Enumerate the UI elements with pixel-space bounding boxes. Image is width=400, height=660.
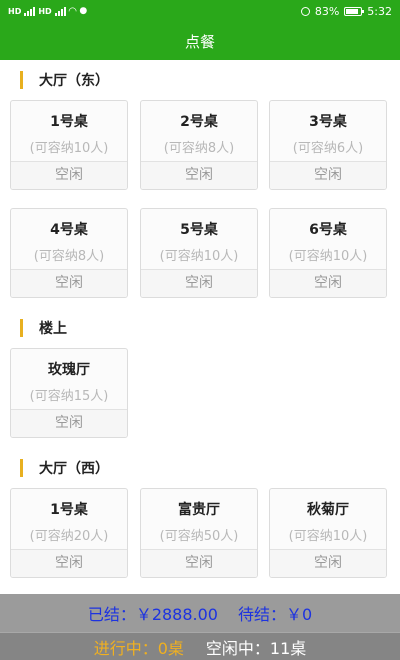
table-count-summary: 进行中：0桌 空闲中：11桌 (0, 632, 400, 660)
wifi-icon: ◠ (68, 5, 77, 17)
pending-amount: 待结：￥0 (237, 605, 313, 624)
settled-amount: 已结：￥2888.00 (87, 605, 218, 624)
table-status: 空闲 (141, 549, 257, 577)
table-capacity: (可容纳20人) (29, 529, 109, 544)
settlement-summary: 已结：￥2888.00 待结：￥0 (0, 594, 400, 632)
table-status: 空闲 (11, 549, 127, 577)
section-header: 大厅（东） (0, 63, 400, 97)
table-capacity: (可容纳8人) (163, 141, 235, 156)
idle-count: 空闲中：11桌 (205, 638, 307, 658)
table-card[interactable]: 秋菊厅 (可容纳10人) 空闲 (269, 488, 387, 578)
page-title: 点餐 (184, 32, 215, 51)
table-status: 空闲 (270, 269, 386, 297)
table-list[interactable]: 大厅（东） 1号桌 (可容纳10人) 空闲 2号桌 (可容纳8人) 空闲 3号桌… (0, 60, 400, 594)
table-name: 1号桌 (50, 114, 88, 130)
section-accent-bar (20, 459, 23, 477)
table-name: 富贵厅 (178, 502, 220, 518)
table-status: 空闲 (141, 161, 257, 189)
table-card[interactable]: 1号桌 (可容纳10人) 空闲 (10, 100, 128, 190)
table-capacity: (可容纳10人) (288, 529, 368, 544)
battery-percent: 83% (314, 4, 340, 18)
table-capacity: (可容纳10人) (29, 141, 109, 156)
section-header: 大厅（西） (0, 451, 400, 485)
battery-icon (344, 6, 365, 16)
table-status: 空闲 (11, 269, 127, 297)
table-capacity: (可容纳10人) (288, 249, 368, 264)
table-name: 3号桌 (309, 114, 347, 130)
section-title: 楼上 (39, 321, 67, 337)
table-name: 6号桌 (309, 222, 347, 238)
status-bar: HD HD ◠ ● 83% 5:32 (0, 0, 400, 22)
network-type-b: HD (38, 6, 52, 16)
status-bar-right: 83% 5:32 (300, 4, 392, 18)
table-card[interactable]: 4号桌 (可容纳8人) 空闲 (10, 208, 128, 298)
table-status: 空闲 (270, 549, 386, 577)
section-title: 大厅（东） (39, 73, 109, 89)
table-capacity: (可容纳6人) (292, 141, 364, 156)
table-card[interactable]: 3号桌 (可容纳6人) 空闲 (269, 100, 387, 190)
signal-icon (24, 6, 36, 16)
table-card[interactable]: 6号桌 (可容纳10人) 空闲 (269, 208, 387, 298)
table-name: 5号桌 (180, 222, 218, 238)
table-status: 空闲 (11, 161, 127, 189)
section-title: 大厅（西） (39, 461, 109, 477)
status-bar-left: HD HD ◠ ● (8, 6, 87, 17)
table-card[interactable]: 富贵厅 (可容纳50人) 空闲 (140, 488, 258, 578)
table-name: 4号桌 (50, 222, 88, 238)
network-type-a: HD (8, 6, 22, 16)
in-progress-count: 进行中：0桌 (93, 638, 184, 658)
table-card[interactable]: 5号桌 (可容纳10人) 空闲 (140, 208, 258, 298)
section-accent-bar (20, 71, 23, 89)
clock: 5:32 (367, 4, 392, 18)
table-status: 空闲 (11, 409, 127, 437)
chat-icon: ● (79, 6, 88, 16)
table-capacity: (可容纳15人) (29, 389, 109, 404)
table-capacity: (可容纳8人) (33, 249, 105, 264)
table-name: 1号桌 (50, 502, 88, 518)
table-name: 秋菊厅 (307, 502, 349, 518)
section-header: 楼上 (0, 311, 400, 345)
section-accent-bar (20, 319, 23, 337)
title-bar: 点餐 (0, 22, 400, 60)
table-status: 空闲 (141, 269, 257, 297)
battery-level (346, 8, 359, 14)
table-capacity: (可容纳10人) (159, 249, 239, 264)
table-card[interactable]: 玫瑰厅 (可容纳15人) 空闲 (10, 348, 128, 438)
table-card[interactable]: 1号桌 (可容纳20人) 空闲 (10, 488, 128, 578)
table-capacity: (可容纳50人) (159, 529, 239, 544)
signal-icon (54, 6, 66, 16)
table-status: 空闲 (270, 161, 386, 189)
table-name: 2号桌 (180, 114, 218, 130)
table-card[interactable]: 2号桌 (可容纳8人) 空闲 (140, 100, 258, 190)
alarm-icon (300, 6, 310, 16)
table-name: 玫瑰厅 (48, 362, 90, 378)
